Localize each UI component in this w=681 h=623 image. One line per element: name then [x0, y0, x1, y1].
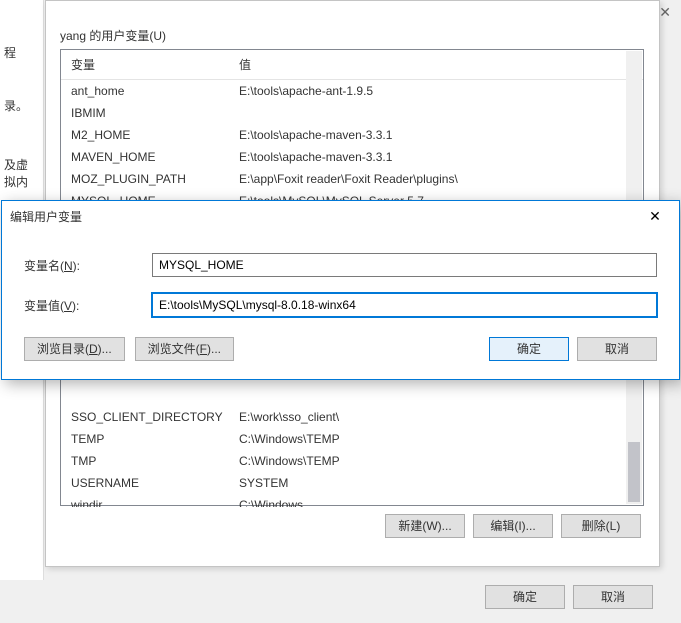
var-name-row: 变量名(N):	[24, 253, 657, 277]
modal-title: 编辑用户变量	[10, 208, 82, 225]
var-value-row: 变量值(V):	[24, 293, 657, 317]
edit-button[interactable]: 编辑(I)...	[473, 514, 553, 538]
column-variable[interactable]: 变量	[61, 50, 229, 79]
table-row[interactable]: MAVEN_HOMEE:\tools\apache-maven-3.3.1	[61, 146, 643, 168]
ok-button[interactable]: 确定	[485, 585, 565, 609]
cancel-button[interactable]: 取消	[573, 585, 653, 609]
browse-file-button[interactable]: 浏览文件(F)...	[135, 337, 234, 361]
fragment-text: 录。	[4, 97, 39, 114]
close-icon[interactable]: ✕	[639, 208, 671, 225]
cancel-button[interactable]: 取消	[577, 337, 657, 361]
column-value[interactable]: 值	[229, 50, 643, 79]
table-row[interactable]: SSO_CLIENT_DIRECTORYE:\work\sso_client\	[61, 406, 643, 428]
listbox-header[interactable]: 变量 值	[61, 50, 643, 80]
table-row[interactable]: M2_HOMEE:\tools\apache-maven-3.3.1	[61, 124, 643, 146]
var-name-label: 变量名(N):	[24, 257, 152, 274]
var-value-label: 变量值(V):	[24, 297, 152, 314]
delete-button[interactable]: 删除(L)	[561, 514, 641, 538]
listbox-button-row: 新建(W)... 编辑(I)... 删除(L)	[385, 514, 641, 538]
browse-dir-button[interactable]: 浏览目录(D)...	[24, 337, 125, 361]
fragment-text: 及虚拟内	[4, 156, 39, 190]
dialog-button-row: 确定 取消	[485, 585, 653, 609]
table-row[interactable]: windirC:\Windows	[61, 494, 643, 507]
ok-button[interactable]: 确定	[489, 337, 569, 361]
modal-body: 变量名(N): 变量值(V): 浏览目录(D)... 浏览文件(F)... 确定…	[2, 231, 679, 379]
table-row[interactable]: IBMIM	[61, 102, 643, 124]
modal-button-row: 浏览目录(D)... 浏览文件(F)... 确定 取消	[24, 337, 657, 361]
var-name-input[interactable]	[152, 253, 657, 277]
edit-user-var-dialog: 编辑用户变量 ✕ 变量名(N): 变量值(V): 浏览目录(D)... 浏览文件…	[1, 200, 680, 380]
table-row[interactable]: ant_homeE:\tools\apache-ant-1.9.5	[61, 80, 643, 102]
close-icon[interactable]: ✕	[659, 4, 671, 21]
table-row[interactable]: USERNAMESYSTEM	[61, 472, 643, 494]
new-button[interactable]: 新建(W)...	[385, 514, 465, 538]
scrollbar-thumb[interactable]	[628, 442, 640, 502]
table-row[interactable]: TEMPC:\Windows\TEMP	[61, 428, 643, 450]
user-vars-label: yang 的用户变量(U)	[60, 27, 166, 44]
modal-titlebar[interactable]: 编辑用户变量 ✕	[2, 201, 679, 231]
table-row[interactable]: TMPC:\Windows\TEMP	[61, 450, 643, 472]
table-row[interactable]: MOZ_PLUGIN_PATHE:\app\Foxit reader\Foxit…	[61, 168, 643, 190]
var-value-input[interactable]	[152, 293, 657, 317]
fragment-text: 程	[4, 44, 39, 61]
